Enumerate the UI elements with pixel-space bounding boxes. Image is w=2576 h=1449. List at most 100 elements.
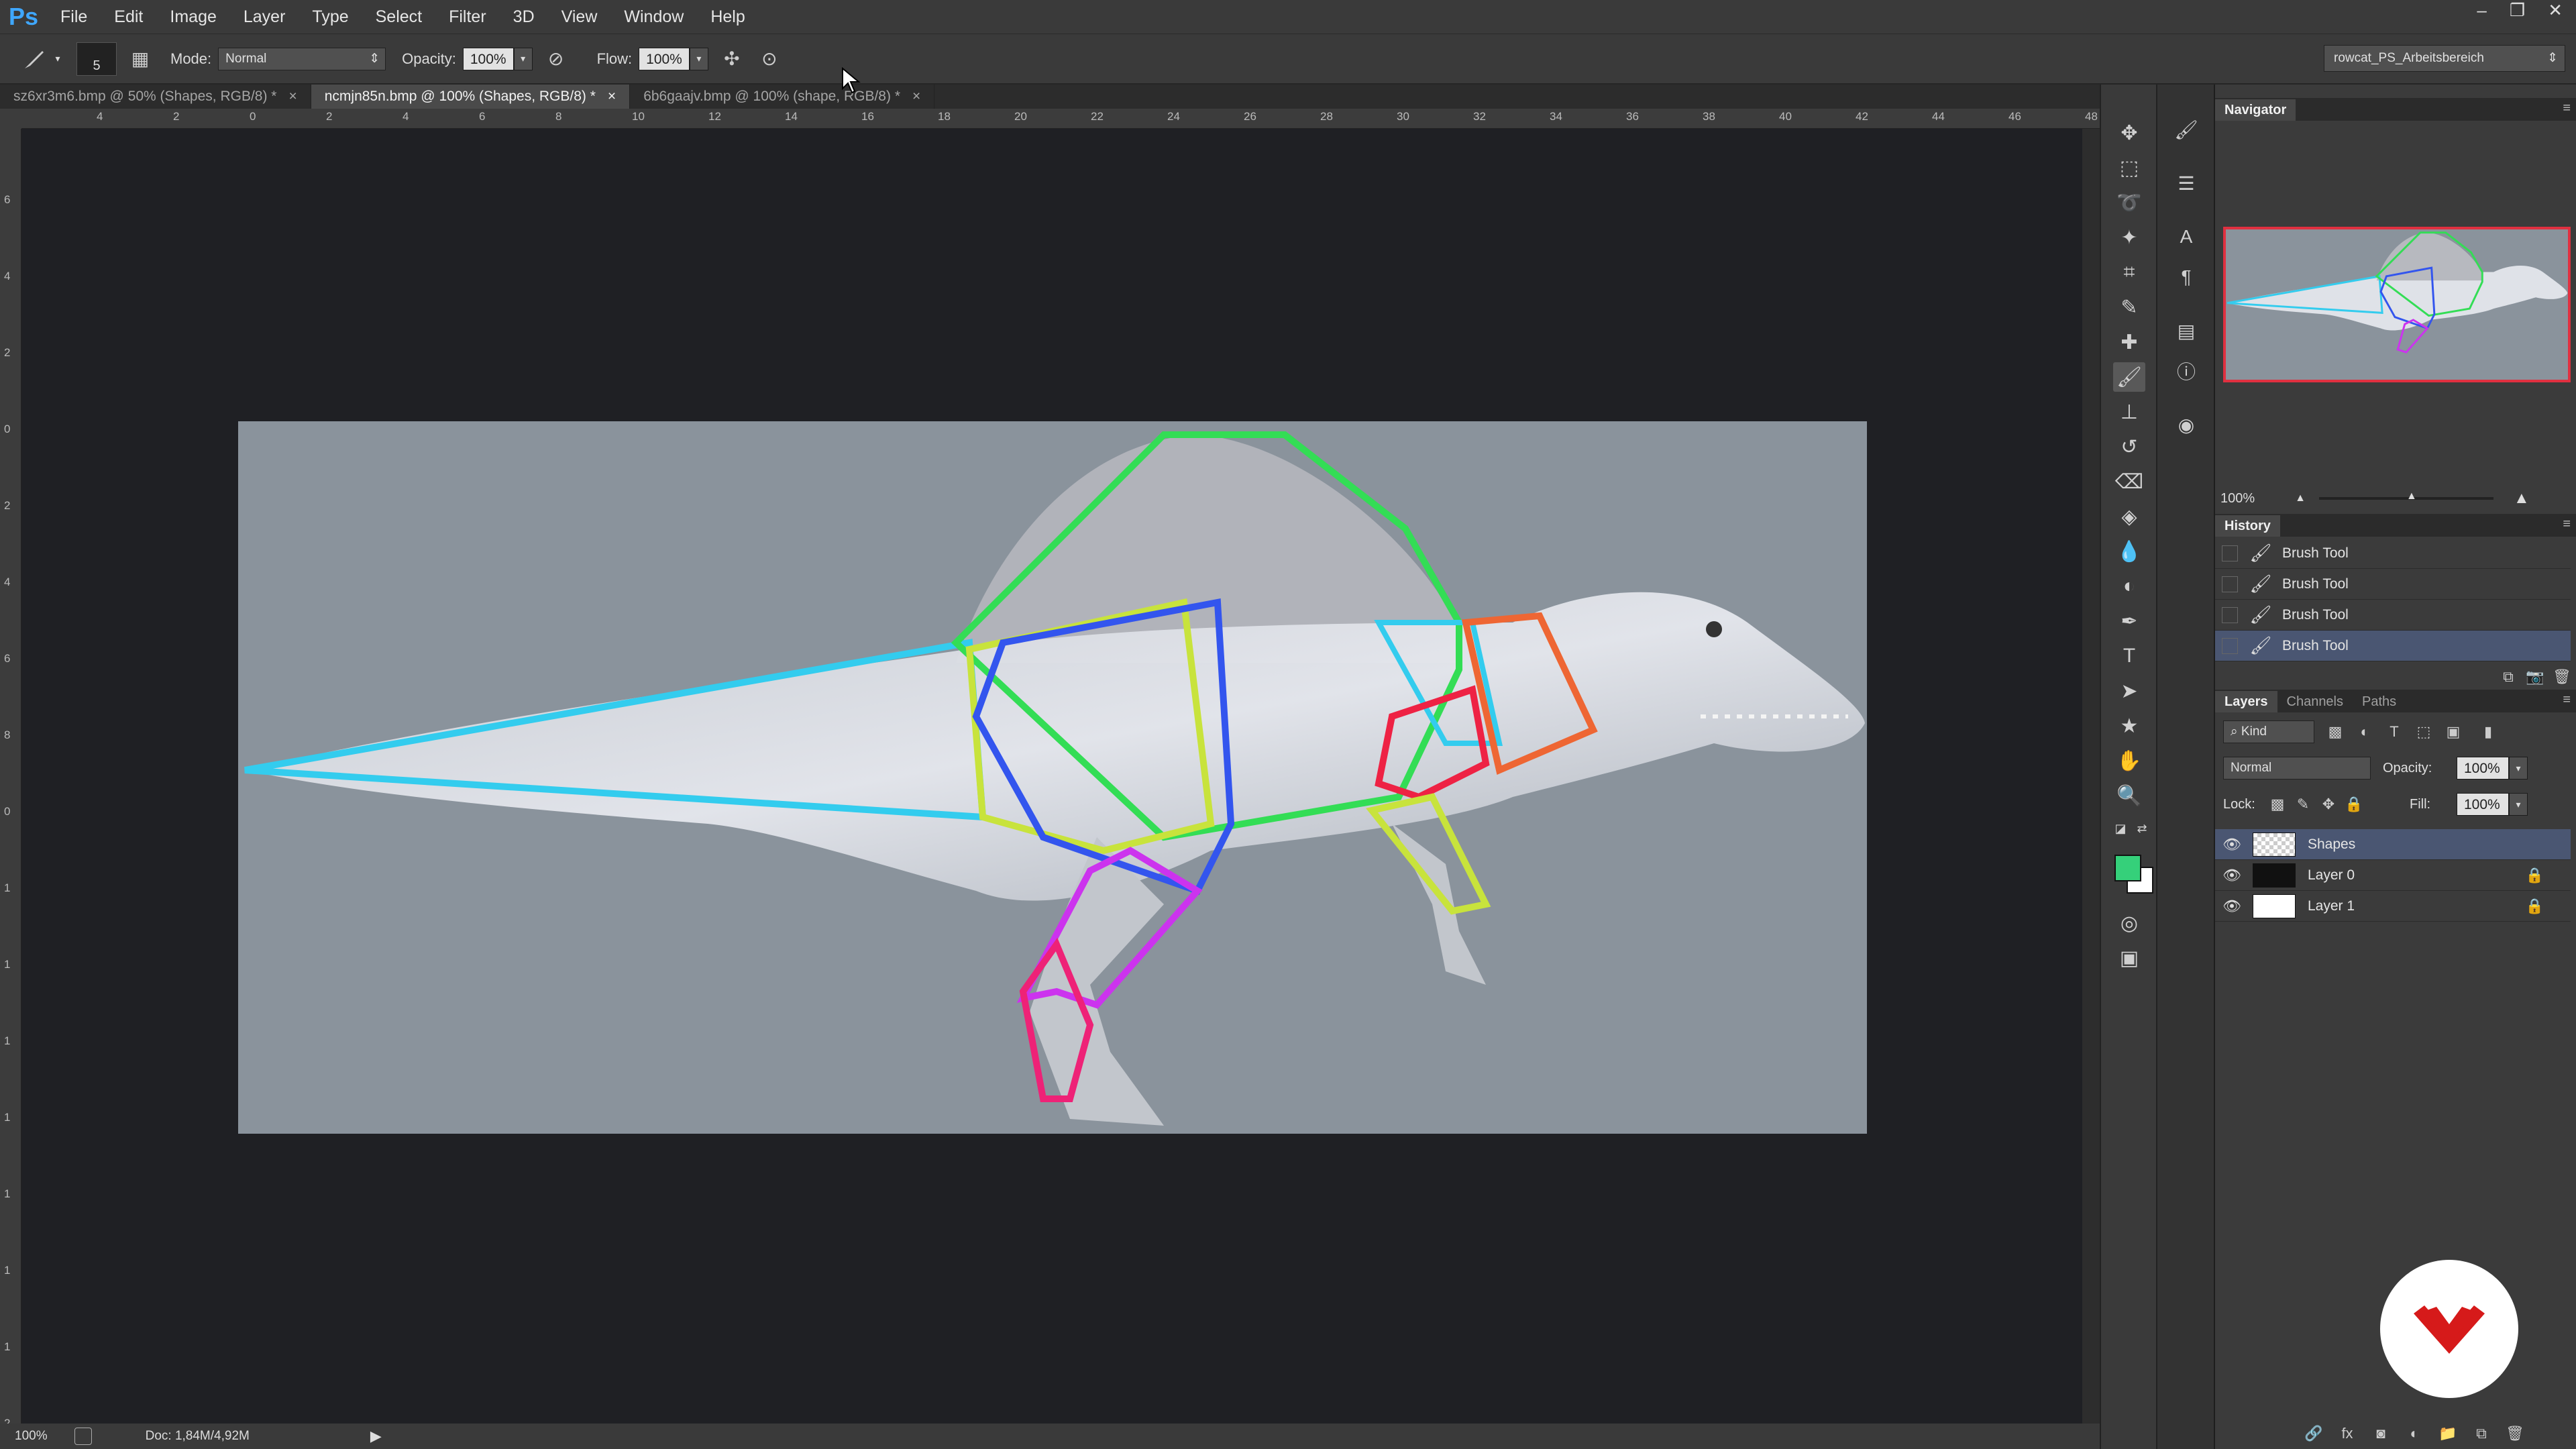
- adjustments-icon[interactable]: ☰: [2172, 169, 2200, 197]
- blend-mode-select[interactable]: Normal: [2223, 757, 2371, 780]
- swap-colors-icon[interactable]: ⇄: [2132, 818, 2152, 839]
- layer-row-layer-0[interactable]: 👁 Layer 0 🔒: [2215, 860, 2571, 891]
- zoom-out-icon[interactable]: ▲: [2295, 492, 2306, 504]
- menu-3d[interactable]: 3D: [500, 7, 548, 27]
- shape-tool-icon[interactable]: ★: [2113, 711, 2145, 741]
- lock-position-icon[interactable]: ✥: [2317, 793, 2340, 816]
- info-icon[interactable]: ⓘ: [2172, 357, 2200, 385]
- history-snapshot-box[interactable]: [2222, 637, 2238, 654]
- layer-opacity-dropdown[interactable]: ▾: [2509, 757, 2528, 780]
- navigator-thumbnail[interactable]: [2223, 227, 2571, 382]
- pressure-opacity-icon[interactable]: ⊘: [542, 45, 570, 73]
- filter-pixel-icon[interactable]: ▩: [2324, 720, 2347, 743]
- layer-kind-filter[interactable]: ⌕ Kind: [2223, 720, 2314, 743]
- flow-slider-dropdown[interactable]: ▾: [689, 47, 708, 70]
- brush-size-picker[interactable]: 5: [76, 42, 117, 76]
- document-canvas[interactable]: [238, 421, 1867, 1134]
- eye-icon[interactable]: 👁: [2220, 867, 2243, 884]
- status-info-icon[interactable]: [74, 1428, 92, 1445]
- lock-transparency-icon[interactable]: ▩: [2266, 793, 2289, 816]
- layer-row-shapes[interactable]: 👁 Shapes: [2215, 829, 2571, 860]
- history-brush-tool-icon[interactable]: ↺: [2113, 432, 2145, 462]
- lasso-tool-icon[interactable]: ➰: [2113, 188, 2145, 217]
- canvas-scrollbar[interactable]: [2082, 129, 2100, 1424]
- menu-view[interactable]: View: [548, 7, 611, 27]
- adjustment-layer-icon[interactable]: ◐: [2403, 1422, 2426, 1445]
- zoom-in-icon[interactable]: ▲: [2514, 489, 2530, 508]
- fill-dropdown[interactable]: ▾: [2509, 793, 2528, 816]
- character-icon[interactable]: A: [2172, 223, 2200, 251]
- canvas-area[interactable]: [21, 67, 2100, 1424]
- brush-preset-dropdown[interactable]: ▾: [48, 48, 67, 70]
- link-layers-icon[interactable]: 🔗: [2302, 1422, 2325, 1445]
- doc-tab-2[interactable]: ncmjn85n.bmp @ 100% (Shapes, RGB/8) * ×: [311, 85, 631, 109]
- clone-stamp-tool-icon[interactable]: ⊥: [2113, 397, 2145, 427]
- history-snapshot-box[interactable]: [2222, 606, 2238, 623]
- eye-icon[interactable]: 👁: [2220, 836, 2243, 853]
- menu-select[interactable]: Select: [362, 7, 435, 27]
- screen-mode-icon[interactable]: ▣: [2113, 943, 2145, 973]
- tab-layers[interactable]: Layers: [2215, 691, 2277, 712]
- blur-tool-icon[interactable]: 💧: [2113, 537, 2145, 566]
- pen-tool-icon[interactable]: ✒: [2113, 606, 2145, 636]
- close-tab-icon[interactable]: ×: [912, 85, 920, 109]
- close-tab-icon[interactable]: ×: [288, 85, 297, 109]
- quick-select-tool-icon[interactable]: ✦: [2113, 223, 2145, 252]
- brush-panel-toggle-icon[interactable]: ▦: [126, 45, 154, 73]
- brush-preset-icon[interactable]: [20, 45, 48, 73]
- lock-pixels-icon[interactable]: ✎: [2292, 793, 2314, 816]
- ruler-corner[interactable]: [0, 109, 21, 129]
- tab-navigator[interactable]: Navigator: [2215, 99, 2296, 121]
- tab-channels[interactable]: Channels: [2277, 691, 2353, 712]
- menu-image[interactable]: Image: [156, 7, 229, 27]
- history-item[interactable]: 🖌 Brush Tool: [2215, 600, 2571, 631]
- quick-mask-icon[interactable]: ◎: [2113, 908, 2145, 938]
- color-wheel-icon[interactable]: ◉: [2172, 411, 2200, 439]
- filter-toggle-icon[interactable]: ▮: [2477, 720, 2500, 743]
- menu-filter[interactable]: Filter: [435, 7, 500, 27]
- history-snapshot-box[interactable]: [2222, 545, 2238, 561]
- menu-help[interactable]: Help: [697, 7, 758, 27]
- tab-history[interactable]: History: [2215, 515, 2280, 537]
- slider-handle[interactable]: ▲: [2406, 490, 2417, 502]
- navigator-zoom-value[interactable]: 100%: [2220, 491, 2255, 506]
- new-layer-icon[interactable]: ⧉: [2470, 1422, 2493, 1445]
- menu-window[interactable]: Window: [610, 7, 697, 27]
- menu-type[interactable]: Type: [299, 7, 362, 27]
- zoom-readout[interactable]: 100%: [15, 1429, 48, 1444]
- minimize-button[interactable]: –: [2477, 0, 2486, 24]
- lock-all-icon[interactable]: 🔒: [2343, 793, 2365, 816]
- tab-paths[interactable]: Paths: [2353, 691, 2406, 712]
- doc-tab-3[interactable]: 6b6gaajv.bmp @ 100% (shape, RGB/8) * ×: [630, 85, 935, 109]
- new-group-icon[interactable]: 📁: [2436, 1422, 2459, 1445]
- healing-brush-tool-icon[interactable]: ✚: [2113, 327, 2145, 357]
- brush-presets-icon[interactable]: 🖌: [2172, 115, 2200, 144]
- filter-adjustment-icon[interactable]: ◐: [2353, 720, 2376, 743]
- flow-field[interactable]: 100%: [639, 47, 690, 70]
- layer-row-layer-1[interactable]: 👁 Layer 1 🔒: [2215, 891, 2571, 922]
- panel-menu-icon[interactable]: ≡: [2563, 692, 2571, 708]
- opacity-slider-dropdown[interactable]: ▾: [513, 47, 533, 70]
- history-item[interactable]: 🖌 Brush Tool: [2215, 569, 2571, 600]
- navigator-zoom-slider[interactable]: ▲: [2319, 490, 2493, 502]
- close-tab-icon[interactable]: ×: [608, 85, 616, 109]
- eye-icon[interactable]: 👁: [2220, 898, 2243, 915]
- layer-opacity-field[interactable]: 100%: [2457, 757, 2509, 780]
- eyedropper-tool-icon[interactable]: ✎: [2113, 292, 2145, 322]
- opacity-field[interactable]: 100%: [462, 47, 514, 70]
- snapshot-icon[interactable]: 📷: [2524, 665, 2546, 688]
- menu-file[interactable]: File: [47, 7, 101, 27]
- new-document-from-state-icon[interactable]: ⧉: [2497, 665, 2520, 688]
- vertical-ruler[interactable]: 642024680111111122: [0, 129, 21, 1430]
- crop-tool-icon[interactable]: ⌗: [2113, 258, 2145, 287]
- add-mask-icon[interactable]: ◙: [2369, 1422, 2392, 1445]
- default-colors-icon[interactable]: ◪: [2110, 818, 2131, 839]
- ps-logo[interactable]: Ps: [0, 3, 47, 31]
- restore-button[interactable]: ❐: [2510, 0, 2525, 24]
- zoom-tool-icon[interactable]: 🔍: [2113, 781, 2145, 810]
- filter-type-icon[interactable]: T: [2383, 720, 2406, 743]
- path-select-tool-icon[interactable]: ➤: [2113, 676, 2145, 706]
- menu-layer[interactable]: Layer: [230, 7, 299, 27]
- horizontal-ruler[interactable]: 4 2 0 2 4 6 8 10 12 14 16 18 20 22 24 26 28 30 32 34 36 38 40 4…: [21, 109, 2100, 129]
- panel-menu-icon[interactable]: ≡: [2563, 101, 2571, 116]
